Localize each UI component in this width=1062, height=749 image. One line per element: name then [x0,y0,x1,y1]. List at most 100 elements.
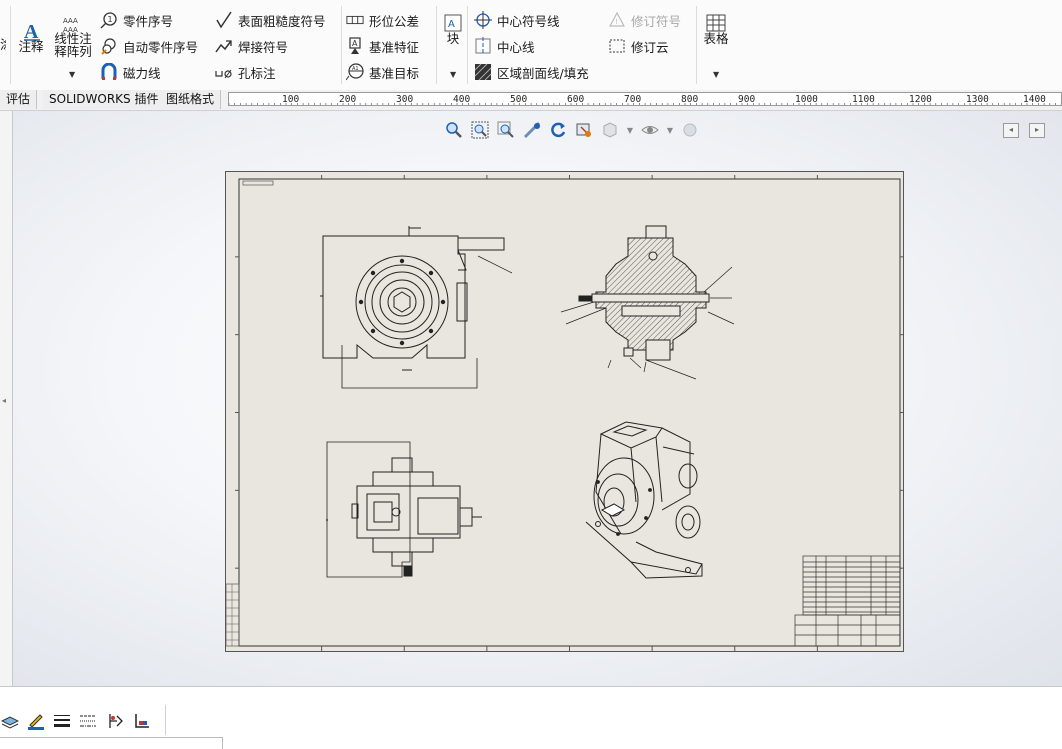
chevron-down-icon[interactable]: ▼ [665,120,675,140]
balloon-label: 零件序号 [123,13,174,29]
svg-text:A1: A1 [352,66,359,72]
select-icon[interactable] [521,120,543,140]
hole-callout-button[interactable]: 孔标注 [215,61,276,83]
line-color-icon[interactable] [26,711,46,731]
datum-feature-icon: A [346,37,364,55]
revision-symbol-label: 修订符号 [631,13,682,29]
ruler-label: 1100 [852,94,875,105]
chevron-down-icon[interactable]: ▼ [713,70,719,79]
svg-text:AAA: AAA [63,17,78,25]
linear-note-pattern-button[interactable]: AAA AAA 线性注 释阵列 ▼ [50,12,96,84]
ruler-label: 400 [453,94,471,105]
chevron-down-icon[interactable]: ▼ [625,120,635,140]
ruler-label: 1200 [909,94,932,105]
block-button[interactable]: A 块 ▼ [442,12,464,84]
feature-manager-collapsed-panel[interactable]: ◂ [0,111,13,686]
table-label: 表格 [703,31,729,46]
gtol-button[interactable]: 形位公差 [346,9,419,31]
horizontal-ruler: 100 200 300 400 500 600 700 800 900 1000 1100 1200 1… [228,92,1062,106]
area-hatch-label: 区域剖面线/填充 [497,65,589,81]
surface-finish-button[interactable]: 表面粗糙度符号 [215,9,326,31]
centerline-icon [474,37,492,55]
toolbar-separator [165,705,166,735]
line-style-icon[interactable] [78,711,98,731]
datum-target-icon: A1 [346,63,364,81]
datum-target-button[interactable]: A1 基准目标 [346,61,419,83]
layer-icon[interactable] [0,711,20,731]
area-hatch-icon [474,63,492,81]
balloon-icon: 1 [100,11,118,29]
centerline-button[interactable]: 中心线 [474,35,535,57]
note-button[interactable]: A 注释 [14,14,48,74]
tab-solidworks-addins[interactable]: SOLIDWORKS 插件 [43,90,166,109]
status-bar-fragment [0,737,223,749]
ruler-label: 700 [624,94,642,105]
balloon-button[interactable]: 1 零件序号 [100,9,173,31]
ruler-label: 500 [510,94,528,105]
panel-splitter-handle[interactable]: ◂ [2,396,10,408]
section-view-icon[interactable] [573,120,595,140]
graphics-area[interactable]: ▼ ▼ ◂ ▸ [13,111,1062,686]
centerline-label: 中心线 [497,39,535,55]
table-icon [706,14,726,32]
rotate-icon[interactable] [547,120,569,140]
magnet-icon [100,63,118,81]
appearance-icon[interactable] [679,120,701,140]
hide-show-icon[interactable] [639,120,661,140]
revision-cloud-button[interactable]: 修订云 [608,35,669,57]
note-label: 注释 [18,39,44,54]
drawing-view-front [320,226,513,389]
hole-callout-label: 孔标注 [238,65,276,81]
revision-cloud-label: 修订云 [631,39,669,55]
drawing-view-section [560,225,735,380]
svg-text:A: A [448,19,455,30]
drawing-view-isometric [585,421,703,579]
datum-target-label: 基准目标 [369,65,420,81]
line-thickness-icon[interactable] [52,711,72,731]
drawing-view-top [326,441,482,578]
chevron-down-icon[interactable]: ▼ [69,70,75,79]
gtol-label: 形位公差 [369,13,420,29]
datum-feature-label: 基准特征 [369,39,420,55]
table-button[interactable]: 表格 ▼ [700,12,732,84]
command-manager-ribbon: 涂 A 注释 AAAAAA 线性注 释阵列 ▼ 1 零件序号 自动零件序号 磁力… [0,0,1062,91]
ruler-label: 1000 [795,94,818,105]
magnetic-line-label: 磁力线 [123,65,161,81]
surface-finish-label: 表面粗糙度符号 [238,13,326,29]
revision-symbol-button[interactable]: ! 修订符号 [608,9,681,31]
area-hatch-button[interactable]: 区域剖面线/填充 [474,61,589,83]
zoom-in-out-icon[interactable] [495,120,517,140]
weld-symbol-label: 焊接符号 [238,39,289,55]
gtol-icon [346,11,364,29]
drawing-sheet[interactable] [225,171,904,652]
auto-balloon-button[interactable]: 自动零件序号 [100,35,198,57]
block-label: 块 [446,31,460,46]
ruler-label: 800 [681,94,699,105]
color-display-icon[interactable] [132,711,152,731]
weld-symbol-button[interactable]: 焊接符号 [215,35,288,57]
datum-feature-button[interactable]: A 基准特征 [346,35,419,57]
ruler-label: 200 [339,94,357,105]
zoom-to-fit-icon[interactable] [443,120,465,140]
ribbon-edge-label: 涂 [0,38,6,52]
chevron-down-icon[interactable]: ▼ [450,70,456,79]
center-mark-button[interactable]: 中心符号线 [474,9,560,31]
center-mark-label: 中心符号线 [497,13,560,29]
ruler-label: 300 [396,94,414,105]
view-next-button[interactable]: ▸ [1029,123,1045,138]
auto-balloon-icon [100,37,118,55]
view-prev-button[interactable]: ◂ [1003,123,1019,138]
display-style-icon[interactable] [599,120,621,140]
linear-pattern-label-2: 释阵列 [54,44,92,59]
magnetic-line-button[interactable]: 磁力线 [100,61,161,83]
weld-symbol-icon [215,37,233,55]
line-format-toolbar [0,686,1062,749]
ruler-label: 600 [567,94,585,105]
center-mark-icon [474,11,492,29]
ruler-label: 1400 [1023,94,1046,105]
tab-evaluate[interactable]: 评估 [0,90,38,109]
hide-edge-icon[interactable] [106,711,126,731]
zoom-area-icon[interactable] [469,120,491,140]
surface-finish-icon [215,11,233,29]
tab-sheet-format[interactable]: 图纸格式 [160,90,222,109]
